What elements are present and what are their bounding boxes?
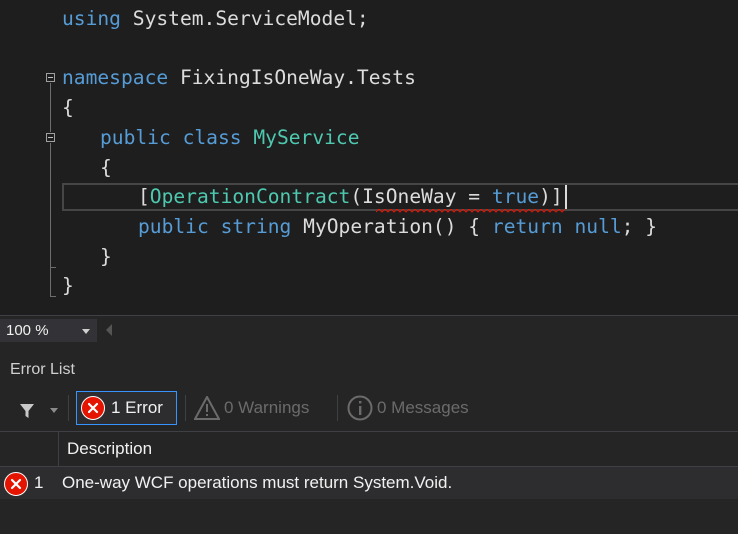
code-editor[interactable]: using System.ServiceModel; namespace Fix… bbox=[0, 0, 738, 315]
error-list-header: Description bbox=[0, 431, 738, 467]
chevron-down-icon[interactable] bbox=[50, 408, 58, 413]
outline-end-tick bbox=[50, 267, 56, 268]
collapse-class-toggle[interactable] bbox=[46, 133, 55, 142]
messages-count-label: 0 Messages bbox=[377, 398, 469, 417]
code-line-class: public class MyService bbox=[100, 126, 360, 149]
warnings-filter-button[interactable]: 0 Warnings bbox=[194, 391, 309, 425]
errors-filter-button[interactable]: 1 Error bbox=[76, 391, 177, 425]
error-number: 1 bbox=[34, 473, 44, 492]
text-caret bbox=[565, 185, 567, 209]
outline-end-tick bbox=[50, 296, 56, 297]
toolbar-separator bbox=[337, 395, 338, 421]
zoom-level: 100 % bbox=[6, 322, 49, 339]
scroll-left-icon[interactable] bbox=[106, 324, 112, 336]
warning-icon bbox=[194, 396, 220, 420]
errors-count-label: 1 Error bbox=[111, 398, 163, 417]
warnings-count-label: 0 Warnings bbox=[224, 398, 310, 417]
outline-line bbox=[50, 83, 51, 132]
zoom-dropdown[interactable]: 100 % bbox=[0, 319, 97, 342]
code-line-using: using System.ServiceModel; bbox=[62, 7, 369, 30]
toolbar-separator bbox=[185, 395, 186, 421]
filter-icon[interactable] bbox=[19, 403, 35, 419]
code-line-brace: { bbox=[100, 156, 112, 179]
chevron-down-icon bbox=[82, 329, 90, 334]
code-line-brace: } bbox=[100, 245, 112, 268]
panel-title: Error List bbox=[10, 361, 75, 378]
code-line-brace: } bbox=[62, 274, 74, 297]
editor-status-bar: 100 % bbox=[0, 315, 738, 345]
error-description: One-way WCF operations must return Syste… bbox=[62, 473, 453, 492]
collapse-namespace-toggle[interactable] bbox=[46, 73, 55, 82]
error-icon bbox=[4, 472, 28, 496]
toolbar-separator bbox=[68, 395, 69, 421]
code-line-namespace: namespace FixingIsOneWay.Tests bbox=[62, 66, 416, 89]
error-list-toolbar: 1 Error 0 Warnings 0 Messages bbox=[0, 387, 738, 429]
messages-filter-button[interactable]: 0 Messages bbox=[347, 391, 469, 425]
editor-gutter bbox=[0, 0, 30, 315]
column-header-description[interactable]: Description bbox=[58, 432, 152, 466]
info-icon bbox=[347, 395, 373, 421]
code-line-brace: { bbox=[62, 96, 74, 119]
outline-line bbox=[50, 143, 51, 296]
code-line-attribute: [OperationContract(IsOneWay = true)] bbox=[138, 185, 563, 208]
table-row[interactable]: 1 One-way WCF operations must return Sys… bbox=[0, 467, 738, 499]
error-list-panel: Error List 1 Error 0 Warnings 0 Messages… bbox=[0, 345, 738, 534]
code-line-method: public string MyOperation() { return nul… bbox=[138, 215, 658, 238]
error-icon bbox=[81, 396, 105, 420]
